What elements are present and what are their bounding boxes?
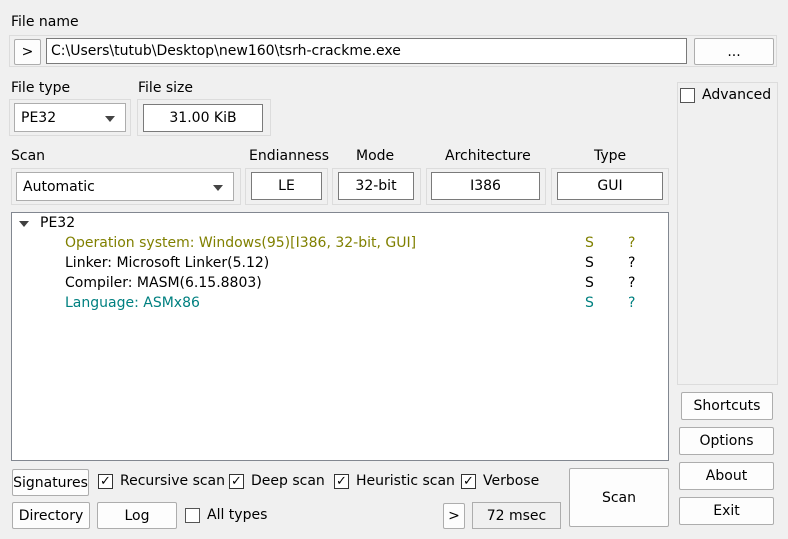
directory-button[interactable]: Directory	[12, 502, 90, 529]
options-button[interactable]: Options	[679, 427, 774, 455]
tree-item-compiler-info[interactable]: ?	[628, 275, 635, 291]
exit-button[interactable]: Exit	[679, 497, 774, 525]
all-types-label: All types	[207, 507, 268, 523]
verbose-label: Verbose	[483, 473, 540, 489]
type-label: Type	[594, 148, 627, 164]
type-value: GUI	[557, 172, 663, 200]
mode-value: 32-bit	[338, 172, 414, 200]
recursive-scan-label: Recursive scan	[120, 473, 226, 489]
file-type-value: PE32	[21, 109, 57, 126]
browse-button[interactable]: ...	[694, 38, 774, 65]
log-button[interactable]: Log	[97, 502, 177, 529]
chevron-down-icon	[213, 184, 223, 191]
recent-scan-button[interactable]: >	[443, 503, 465, 529]
scan-mode-select[interactable]: Automatic	[16, 172, 234, 201]
tree-root[interactable]: PE32	[40, 215, 75, 231]
signatures-button[interactable]: Signatures	[12, 469, 89, 496]
mode-label: Mode	[356, 148, 395, 164]
advanced-checkbox[interactable]: Advanced	[680, 87, 771, 103]
file-history-button[interactable]: >	[14, 39, 41, 65]
file-path-input[interactable]: C:\Users\tutub\Desktop\new160\tsrh-crack…	[46, 38, 687, 64]
deep-scan-checkbox[interactable]: ✓ Deep scan	[229, 473, 325, 489]
checkmark-icon: ✓	[229, 473, 244, 489]
tree-item-os[interactable]: Operation system: Windows(95)[I386, 32-b…	[65, 235, 416, 251]
checkbox-icon	[185, 507, 200, 523]
heuristic-scan-label: Heuristic scan	[356, 473, 455, 489]
shortcuts-button[interactable]: Shortcuts	[681, 392, 773, 420]
recursive-scan-checkbox[interactable]: ✓ Recursive scan	[98, 473, 225, 489]
file-name-label: File name	[11, 14, 79, 30]
endianness-value: LE	[251, 172, 322, 200]
tree-item-linker-info[interactable]: ?	[628, 255, 635, 271]
file-size-label: File size	[138, 80, 194, 96]
checkmark-icon: ✓	[334, 473, 349, 489]
tree-item-linker[interactable]: Linker: Microsoft Linker(5.12)	[65, 255, 269, 271]
detection-tree[interactable]: PE32 Operation system: Windows(95)[I386,…	[11, 212, 669, 461]
tree-item-language-signature: S	[585, 295, 594, 311]
heuristic-scan-checkbox[interactable]: ✓ Heuristic scan	[334, 473, 455, 489]
tree-item-compiler[interactable]: Compiler: MASM(6.15.8803)	[65, 275, 262, 291]
chevron-down-icon	[105, 115, 115, 122]
file-size-value: 31.00 KiB	[143, 104, 263, 132]
checkmark-icon: ✓	[461, 473, 476, 489]
scan-time-display: 72 msec	[472, 502, 561, 529]
verbose-checkbox[interactable]: ✓ Verbose	[461, 473, 539, 489]
checkmark-icon: ✓	[98, 473, 113, 489]
endianness-label: Endianness	[249, 148, 330, 164]
tree-item-linker-signature: S	[585, 255, 594, 271]
expand-arrow-icon[interactable]	[19, 221, 29, 227]
architecture-value: I386	[431, 172, 540, 200]
advanced-label: Advanced	[702, 87, 772, 103]
file-type-label: File type	[11, 80, 71, 96]
scan-label: Scan	[11, 148, 46, 164]
tree-item-os-info[interactable]: ?	[628, 235, 635, 251]
scan-mode-value: Automatic	[23, 178, 95, 195]
tree-item-os-signature: S	[585, 235, 594, 251]
tree-item-compiler-signature: S	[585, 275, 594, 291]
advanced-panel	[677, 82, 778, 385]
tree-item-language-info[interactable]: ?	[628, 295, 635, 311]
deep-scan-label: Deep scan	[251, 473, 325, 489]
all-types-checkbox[interactable]: All types	[185, 507, 267, 523]
file-type-select[interactable]: PE32	[14, 103, 126, 132]
about-button[interactable]: About	[679, 462, 774, 490]
tree-item-language[interactable]: Language: ASMx86	[65, 295, 200, 311]
checkbox-icon	[680, 87, 695, 103]
scan-button[interactable]: Scan	[569, 468, 669, 527]
architecture-label: Architecture	[445, 148, 531, 164]
